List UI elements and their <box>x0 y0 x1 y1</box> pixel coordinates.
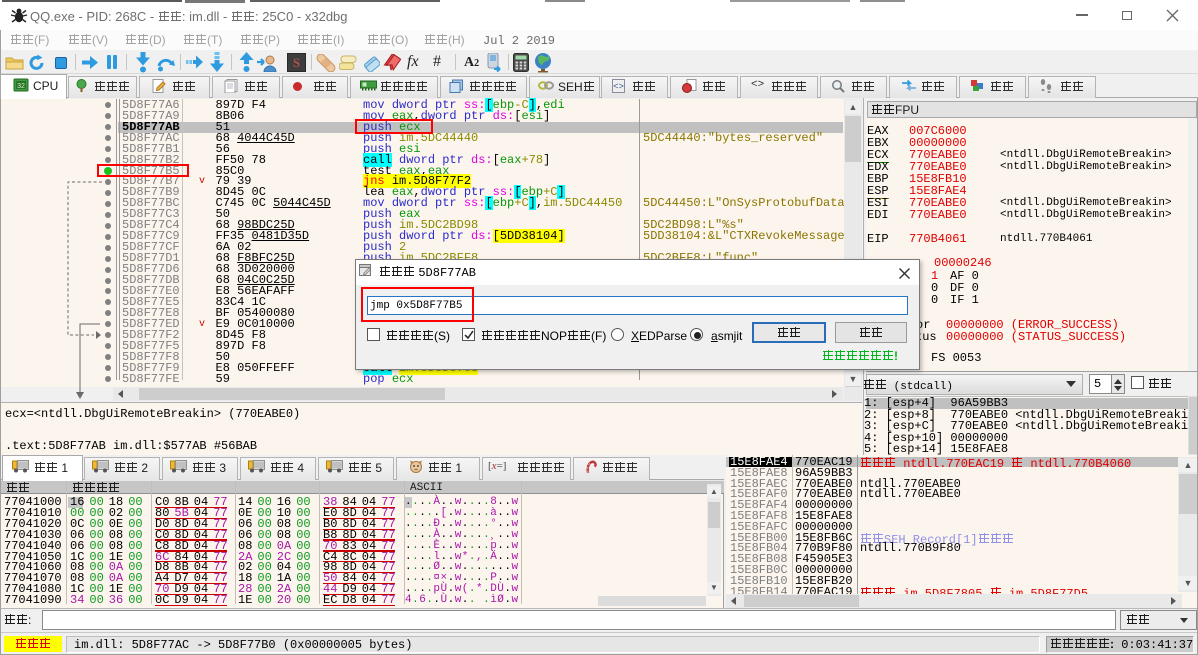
svg-text:<>: <> <box>613 82 624 92</box>
svg-text:32: 32 <box>17 83 25 90</box>
